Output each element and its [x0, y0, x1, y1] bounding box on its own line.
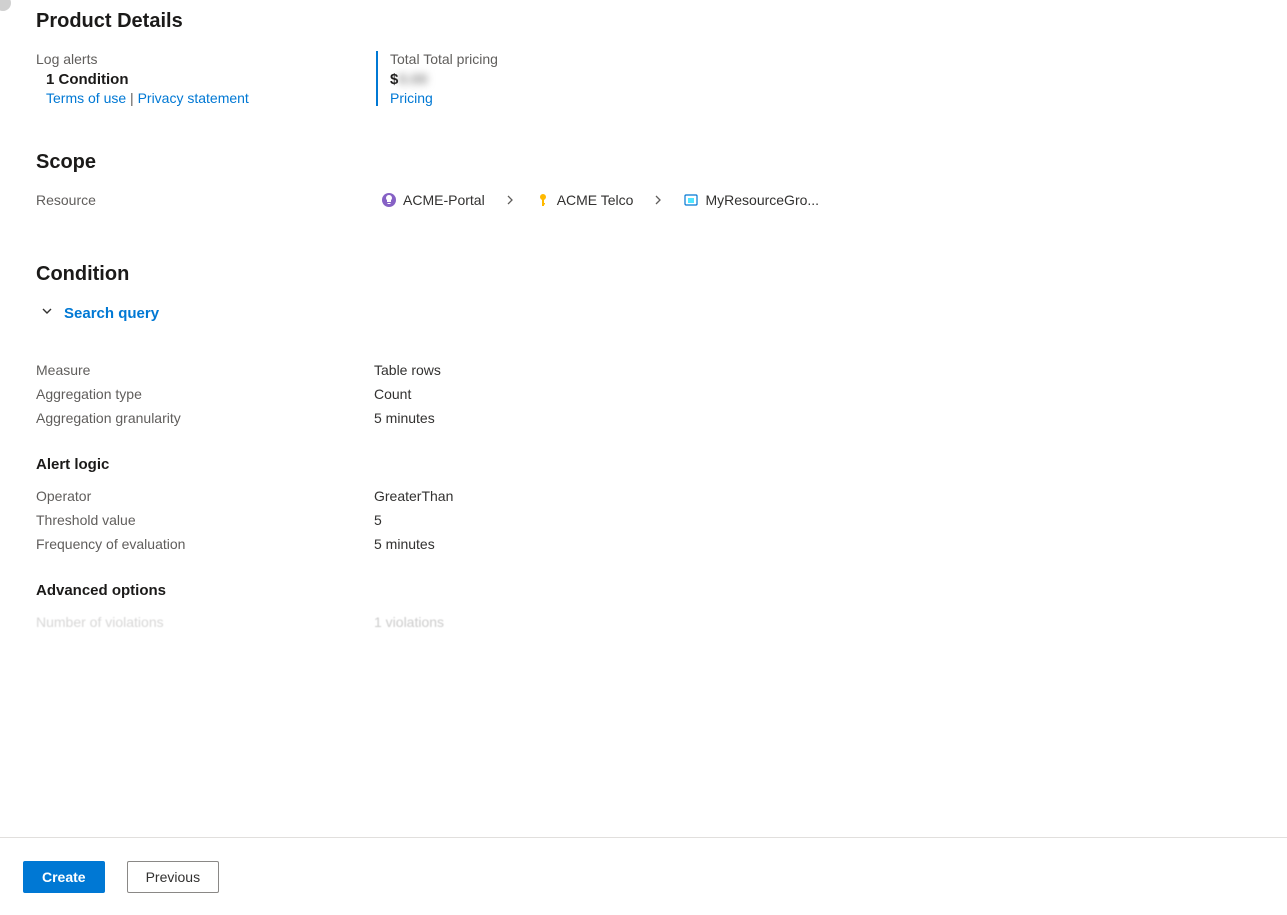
- alert-logic-title: Alert logic: [36, 456, 1287, 473]
- chevron-right-icon: [653, 195, 663, 205]
- currency-symbol: $: [390, 71, 398, 88]
- search-query-expander[interactable]: Search query: [40, 304, 159, 322]
- log-alerts-label: Log alerts: [36, 51, 376, 67]
- condition-title: Condition: [36, 263, 1287, 286]
- breadcrumb-item-telco[interactable]: ACME Telco: [535, 192, 634, 208]
- aggregation-granularity-value: 5 minutes: [374, 410, 435, 426]
- pricing-label: Total Total pricing: [390, 51, 716, 67]
- threshold-label: Threshold value: [36, 512, 374, 528]
- breadcrumb-item-portal[interactable]: ACME-Portal: [381, 192, 485, 208]
- pricing-link[interactable]: Pricing: [390, 90, 433, 106]
- price-amount-blurred: 0.00: [398, 71, 427, 88]
- privacy-statement-link[interactable]: Privacy statement: [138, 90, 249, 106]
- footer-bar: Create Previous: [0, 837, 1287, 915]
- advanced-options-title: Advanced options: [36, 582, 1287, 599]
- lightbulb-icon: [381, 192, 397, 208]
- aggregation-granularity-label: Aggregation granularity: [36, 410, 374, 426]
- resource-group-icon: [683, 192, 699, 208]
- breadcrumb-label: ACME-Portal: [403, 192, 485, 208]
- breadcrumb-label: ACME Telco: [557, 192, 634, 208]
- product-details-row: Log alerts 1 Condition Terms of use | Pr…: [36, 51, 1287, 106]
- operator-label: Operator: [36, 488, 374, 504]
- log-alerts-block: Log alerts 1 Condition Terms of use | Pr…: [36, 51, 376, 106]
- link-separator: |: [130, 90, 138, 106]
- frequency-label: Frequency of evaluation: [36, 536, 374, 552]
- violations-value: 1 violations: [374, 614, 444, 630]
- breadcrumb-label: MyResourceGro...: [705, 192, 819, 208]
- condition-count: 1 Condition: [46, 71, 376, 88]
- pricing-block: Total Total pricing $0.00 Pricing: [376, 51, 716, 106]
- breadcrumb-item-resourcegroup[interactable]: MyResourceGro...: [683, 192, 819, 208]
- price-value: $0.00: [390, 71, 716, 88]
- operator-value: GreaterThan: [374, 488, 453, 504]
- key-icon: [535, 192, 551, 208]
- search-query-label: Search query: [64, 305, 159, 322]
- aggregation-type-label: Aggregation type: [36, 386, 374, 402]
- measure-value: Table rows: [374, 362, 441, 378]
- chevron-right-icon: [505, 195, 515, 205]
- aggregation-type-value: Count: [374, 386, 411, 402]
- terms-of-use-link[interactable]: Terms of use: [46, 90, 126, 106]
- resource-breadcrumb: ACME-Portal ACME Telco: [381, 192, 819, 208]
- scope-resource-label: Resource: [36, 192, 381, 208]
- product-details-title: Product Details: [36, 10, 1287, 33]
- previous-button[interactable]: Previous: [127, 861, 219, 893]
- violations-label: Number of violations: [36, 614, 374, 630]
- frequency-value: 5 minutes: [374, 536, 435, 552]
- scope-title: Scope: [36, 151, 1287, 174]
- threshold-value: 5: [374, 512, 382, 528]
- measure-label: Measure: [36, 362, 374, 378]
- chevron-down-icon: [40, 304, 54, 322]
- create-button[interactable]: Create: [23, 861, 105, 893]
